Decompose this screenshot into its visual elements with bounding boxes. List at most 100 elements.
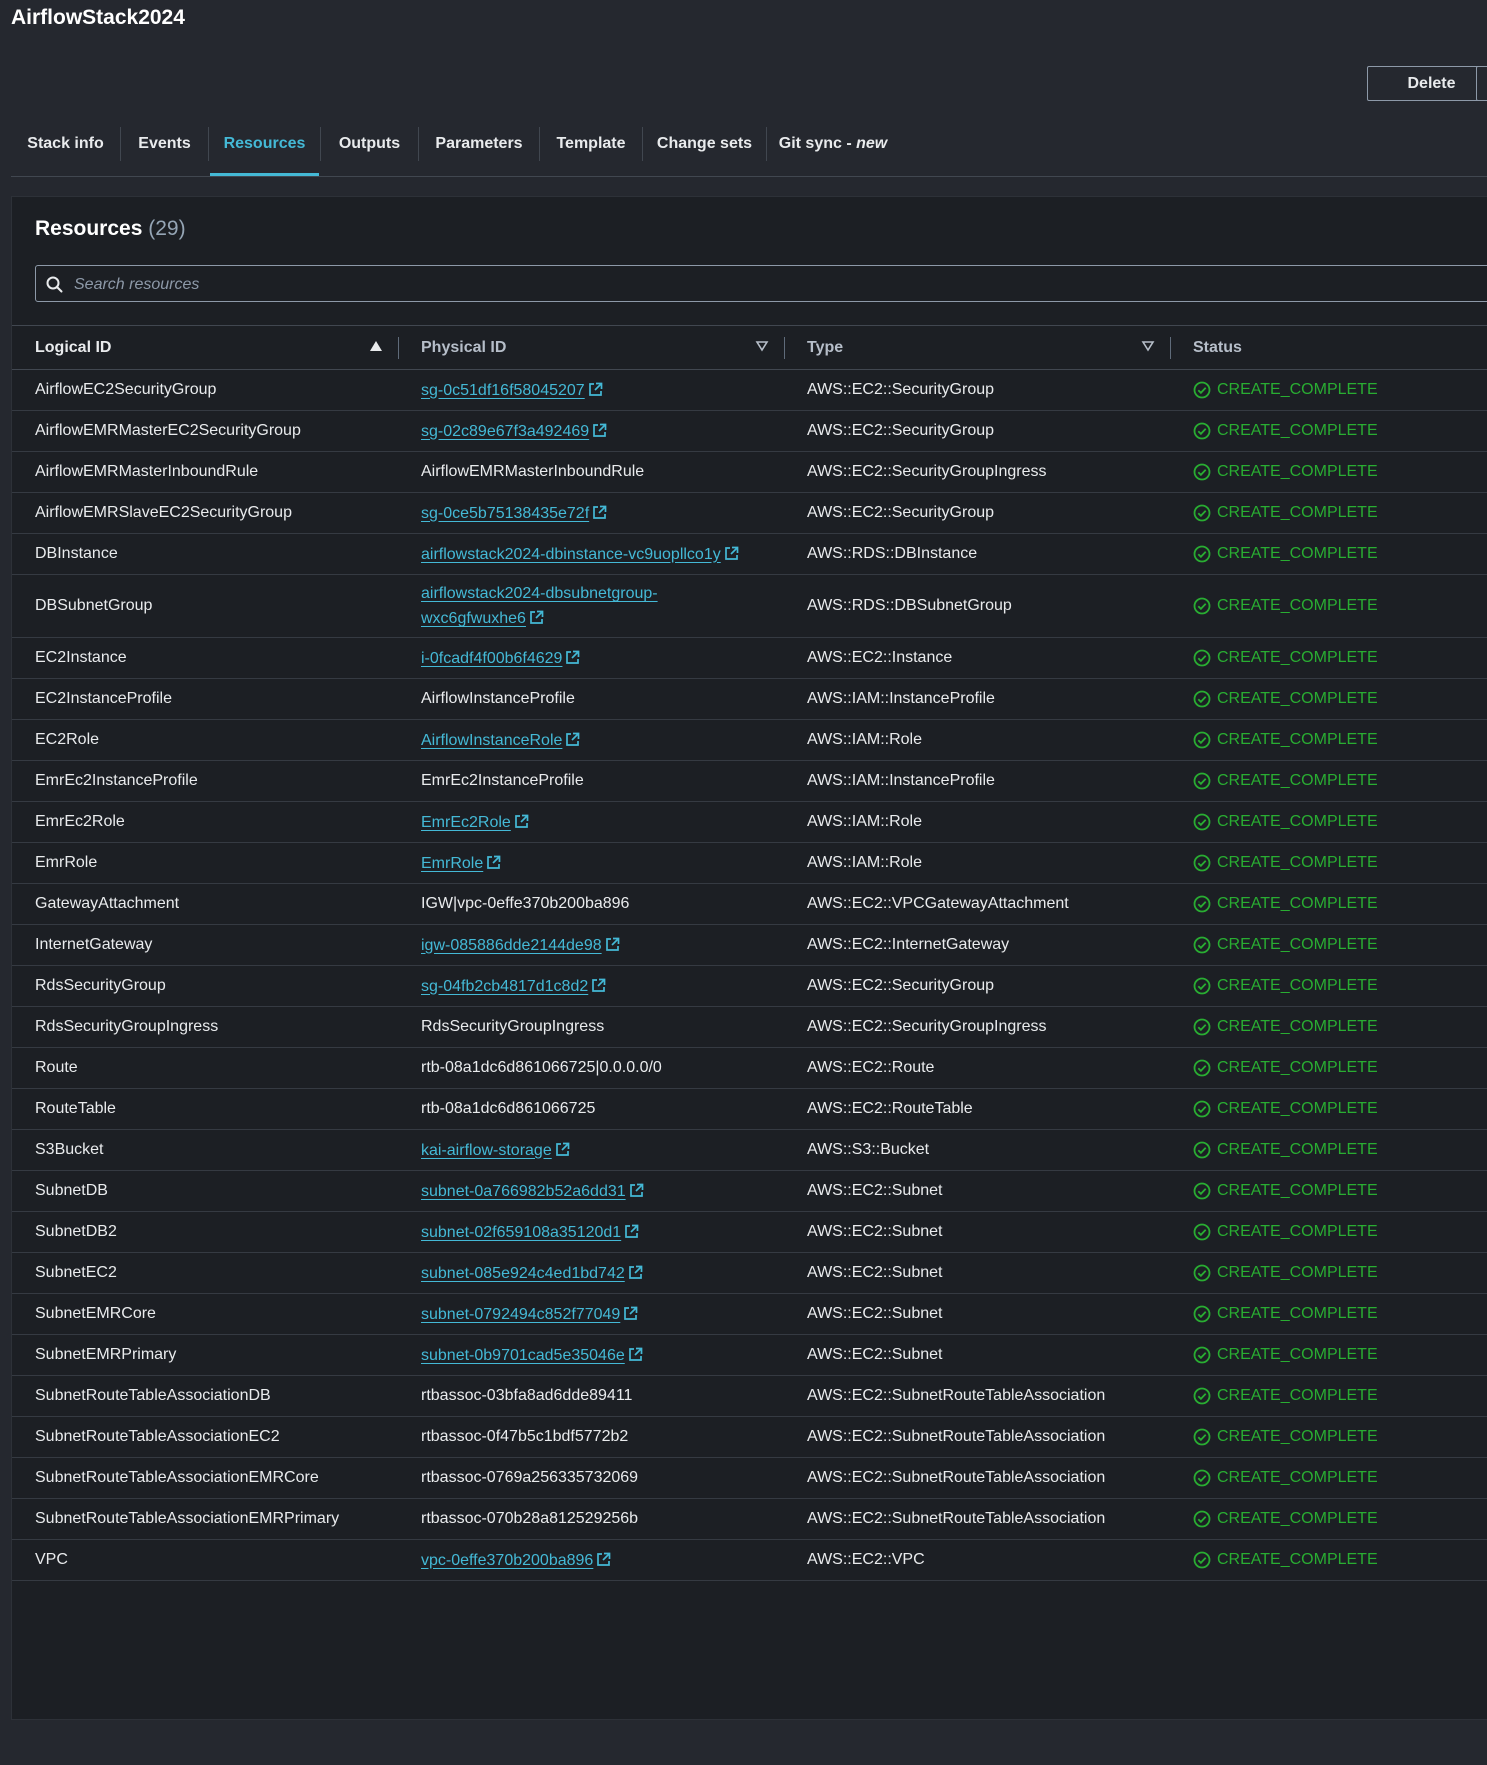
- check-circle-icon: [1193, 936, 1211, 954]
- logical-id-cell: SubnetRouteTableAssociationEC2: [35, 1417, 375, 1457]
- type-text: AWS::EC2::SubnetRouteTableAssociation: [807, 1387, 1106, 1404]
- physical-id-link[interactable]: EmrRole: [421, 855, 501, 872]
- status-text: CREATE_COMPLETE: [1217, 649, 1378, 666]
- physical-id-link[interactable]: subnet-085e924c4ed1bd742: [421, 1265, 643, 1282]
- physical-id-link[interactable]: subnet-0a766982b52a6dd31: [421, 1183, 644, 1200]
- status-text: CREATE_COMPLETE: [1217, 381, 1378, 398]
- status-text: CREATE_COMPLETE: [1217, 772, 1378, 789]
- status-text: CREATE_COMPLETE: [1217, 1551, 1378, 1568]
- table-row: VPC vpc-0effe370b200ba896 AWS::EC2::VPC CRE…: [12, 1540, 1487, 1581]
- type-cell: AWS::EC2::SecurityGroupIngress: [807, 1007, 1177, 1047]
- tab-template[interactable]: Template: [540, 120, 642, 176]
- physical-id-link[interactable]: airflowstack2024-dbsubnetgroup-wxc6gfwux…: [421, 585, 658, 627]
- type-text: AWS::EC2::SecurityGroup: [807, 504, 995, 521]
- physical-id-link[interactable]: EmrEc2Role: [421, 814, 529, 831]
- status-cell: CREATE_COMPLETE: [1193, 1212, 1487, 1252]
- physical-id-link[interactable]: airflowstack2024-dbinstance-vc9uopllco1y: [421, 546, 739, 563]
- physical-id-link[interactable]: igw-085886dde2144de98: [421, 937, 620, 954]
- status-cell: CREATE_COMPLETE: [1193, 802, 1487, 842]
- status-text: CREATE_COMPLETE: [1217, 1100, 1378, 1117]
- column-header-physical-id[interactable]: Physical ID: [421, 326, 506, 369]
- type-text: AWS::EC2::VPCGatewayAttachment: [807, 895, 1069, 912]
- type-cell: AWS::EC2::RouteTable: [807, 1089, 1177, 1129]
- tab-stack-info[interactable]: Stack info: [11, 120, 120, 176]
- delete-button[interactable]: Delete: [1367, 66, 1487, 101]
- physical-id-link[interactable]: sg-0c51df16f58045207: [421, 382, 603, 399]
- table-row: AirflowEC2SecurityGroup sg-0c51df16f58045…: [12, 370, 1487, 411]
- tab-events[interactable]: Events: [121, 120, 208, 176]
- logical-id-cell: RdsSecurityGroup: [35, 966, 375, 1006]
- physical-id-cell: rtbassoc-03bfa8ad6dde89411: [421, 1376, 781, 1416]
- physical-id-cell: rtbassoc-0769a256335732069: [421, 1458, 781, 1498]
- physical-id-link[interactable]: sg-02c89e67f3a492469: [421, 423, 607, 440]
- tab-git-sync[interactable]: Git sync - new: [767, 120, 899, 176]
- status-cell: CREATE_COMPLETE: [1193, 638, 1487, 678]
- type-text: AWS::EC2::SecurityGroup: [807, 977, 995, 994]
- column-header-status[interactable]: Status: [1193, 326, 1242, 369]
- tab-label: Template: [556, 135, 626, 152]
- table-row: RdsSecurityGroup sg-04fb2cb4817d1c8d2 AWS:…: [12, 966, 1487, 1007]
- type-text: AWS::EC2::RouteTable: [807, 1100, 973, 1117]
- status-text: CREATE_COMPLETE: [1217, 1305, 1378, 1322]
- physical-id-link[interactable]: subnet-0792494c852f77049: [421, 1306, 638, 1323]
- physical-id-cell: AirflowEMRMasterInboundRule: [421, 452, 781, 492]
- status-cell: CREATE_COMPLETE: [1193, 1007, 1487, 1047]
- type-text: AWS::EC2::Subnet: [807, 1305, 943, 1322]
- more-actions-button[interactable]: [1476, 66, 1487, 101]
- status-text: CREATE_COMPLETE: [1217, 1387, 1378, 1404]
- check-circle-icon: [1193, 772, 1211, 790]
- tab-resources[interactable]: Resources: [210, 120, 319, 176]
- sort-icon[interactable]: [755, 340, 769, 352]
- physical-id-text: IGW|vpc-0effe370b200ba896: [421, 895, 630, 912]
- logical-id-cell: SubnetDB: [35, 1171, 375, 1211]
- table-row: EmrEc2InstanceProfile EmrEc2InstanceProfi…: [12, 761, 1487, 802]
- external-link-icon: [566, 650, 580, 664]
- new-badge: new: [856, 135, 888, 152]
- physical-id-link[interactable]: kai-airflow-storage: [421, 1142, 570, 1159]
- physical-id-link[interactable]: sg-0ce5b75138435e72f: [421, 505, 607, 522]
- type-text: AWS::EC2::Instance: [807, 649, 953, 666]
- check-circle-icon: [1193, 1428, 1211, 1446]
- check-circle-icon: [1193, 1469, 1211, 1487]
- logical-id-cell: EmrRole: [35, 843, 375, 883]
- type-cell: AWS::RDS::DBSubnetGroup: [807, 575, 1177, 637]
- logical-id-text: SubnetDB2: [35, 1223, 117, 1240]
- table-row: AirflowEMRSlaveEC2SecurityGroup sg-0ce5b7…: [12, 493, 1487, 534]
- search-input[interactable]: [72, 266, 1476, 303]
- external-link-icon: [530, 610, 544, 624]
- physical-id-cell: RdsSecurityGroupIngress: [421, 1007, 781, 1047]
- column-header-type[interactable]: Type: [807, 326, 843, 369]
- type-cell: AWS::IAM::Role: [807, 720, 1177, 760]
- tab-change-sets[interactable]: Change sets: [643, 120, 766, 176]
- status-cell: CREATE_COMPLETE: [1193, 966, 1487, 1006]
- type-text: AWS::EC2::Route: [807, 1059, 935, 1076]
- type-text: AWS::EC2::Subnet: [807, 1223, 943, 1240]
- physical-id-cell: i-0fcadf4f00b6f4629: [421, 638, 781, 678]
- physical-id-link[interactable]: subnet-0b9701cad5e35046e: [421, 1347, 643, 1364]
- physical-id-link[interactable]: i-0fcadf4f00b6f4629: [421, 650, 580, 667]
- external-link-icon: [597, 1552, 611, 1566]
- sort-ascending-icon[interactable]: [369, 340, 383, 352]
- type-text: AWS::EC2::SecurityGroup: [807, 422, 995, 439]
- logical-id-text: EC2Instance: [35, 649, 127, 666]
- physical-id-link[interactable]: sg-04fb2cb4817d1c8d2: [421, 978, 606, 995]
- type-cell: AWS::EC2::SecurityGroupIngress: [807, 452, 1177, 492]
- sort-icon[interactable]: [1141, 340, 1155, 352]
- type-cell: AWS::S3::Bucket: [807, 1130, 1177, 1170]
- external-link-icon: [593, 505, 607, 519]
- tab-outputs[interactable]: Outputs: [321, 120, 418, 176]
- tab-parameters[interactable]: Parameters: [419, 120, 539, 176]
- logical-id-cell: SubnetRouteTableAssociationEMRCore: [35, 1458, 375, 1498]
- status-text: CREATE_COMPLETE: [1217, 422, 1378, 439]
- physical-id-link[interactable]: AirflowInstanceRole: [421, 732, 580, 749]
- physical-id-text: rtbassoc-070b28a812529256b: [421, 1510, 639, 1527]
- status-text: CREATE_COMPLETE: [1217, 854, 1378, 871]
- column-header-logical-id[interactable]: Logical ID: [35, 326, 111, 369]
- physical-id-cell: airflowstack2024-dbsubnetgroup-wxc6gfwux…: [421, 575, 781, 637]
- physical-id-link[interactable]: subnet-02f659108a35120d1: [421, 1224, 639, 1241]
- physical-id-link[interactable]: vpc-0effe370b200ba896: [421, 1552, 611, 1569]
- logical-id-cell: RouteTable: [35, 1089, 375, 1129]
- type-text: AWS::IAM::Role: [807, 813, 922, 830]
- physical-id-text: sg-0c51df16f58045207: [421, 381, 585, 399]
- status-text: CREATE_COMPLETE: [1217, 545, 1378, 562]
